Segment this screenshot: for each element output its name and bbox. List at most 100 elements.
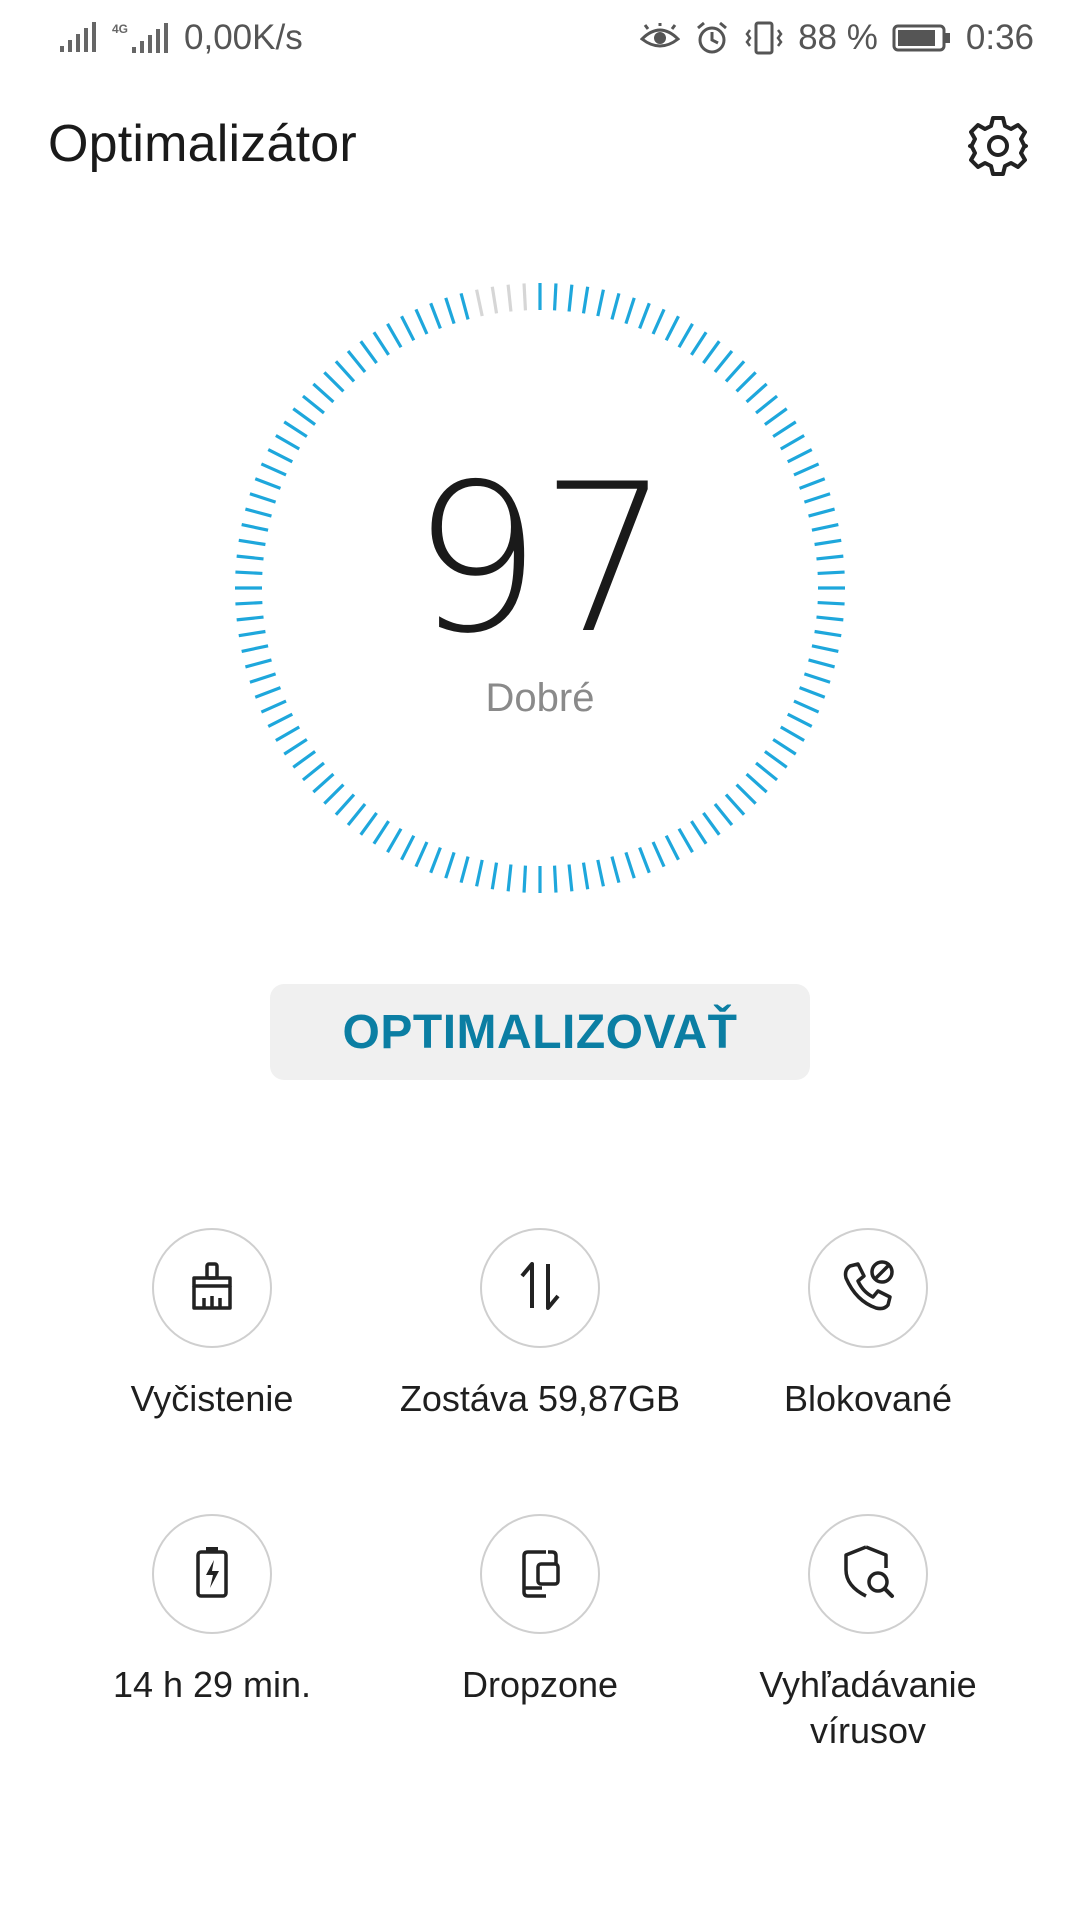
optimizer-screen: 4G 0,00K/s 88 % 0:36 Optimalizátor 97 Do… (0, 0, 1080, 1920)
gauge-tick (359, 340, 378, 365)
gauge-tick (638, 302, 651, 330)
gauge-tick (596, 289, 605, 317)
gauge-tick (459, 292, 470, 320)
gauge-tick (506, 284, 513, 312)
gauge-tick (735, 783, 757, 805)
tool-blocked[interactable]: Blokované (703, 1228, 1033, 1422)
gauge-tick (346, 349, 367, 373)
gauge-tick (301, 761, 325, 782)
gauge-tick (312, 772, 335, 794)
gauge-tick (638, 846, 651, 874)
gauge-tick (400, 834, 416, 861)
gauge-tick (772, 738, 797, 756)
broom-icon (184, 1258, 240, 1319)
gauge-tick (346, 803, 367, 827)
eye-comfort-icon (640, 23, 681, 53)
gauge-tick (275, 434, 301, 451)
optimize-button[interactable]: OPTIMALIZOVAŤ (270, 984, 810, 1080)
status-bar: 4G 0,00K/s 88 % 0:36 (0, 0, 1080, 76)
gauge-tick (429, 302, 442, 330)
gauge-tick (690, 331, 708, 356)
gauge-tick (506, 864, 513, 892)
gauge-tick (724, 793, 746, 816)
gauge-tick (567, 864, 574, 892)
battery-charge-icon (184, 1544, 240, 1605)
gauge-tick (581, 286, 590, 314)
gauge-tick (414, 841, 429, 868)
gauge-tick (713, 803, 734, 827)
gauge-tick (444, 297, 456, 325)
gauge-tick (763, 750, 788, 769)
gauge-tick (292, 750, 317, 769)
settings-button[interactable] (960, 110, 1036, 186)
gauge-tick (372, 820, 390, 845)
blocked-call-icon (838, 1256, 898, 1321)
gauge-tick (779, 725, 805, 742)
gauge-tick (490, 862, 499, 890)
battery-fill (897, 30, 935, 46)
tool-battery-label: 14 h 29 min. (112, 1664, 312, 1705)
gauge-tick (444, 851, 456, 879)
tool-dropzone[interactable]: Dropzone (375, 1514, 705, 1708)
gauge-tick (651, 308, 666, 335)
status-bar-left: 4G 0,00K/s (58, 18, 303, 58)
tool-data-usage[interactable]: Zostáva 59,87GB (375, 1228, 705, 1422)
gauge-tick (745, 382, 768, 404)
score-gauge: 97 Dobré (220, 268, 860, 908)
gauge-tick (724, 360, 746, 383)
gauge-tick (312, 382, 335, 404)
virus-scan-icon (838, 1542, 898, 1607)
gauge-tick (596, 859, 605, 887)
gauge-tick (359, 811, 378, 836)
vibrate-icon (744, 20, 784, 56)
gauge-tick (334, 360, 356, 383)
gauge-tick (677, 323, 694, 349)
gauge-tick (522, 865, 528, 893)
gauge-tick (755, 394, 779, 415)
tool-battery-circle (152, 1514, 272, 1634)
gauge-tick (664, 315, 680, 342)
battery-percent: 88 % (798, 18, 878, 57)
tool-virus-scan[interactable]: Vyhľadávanie vírusov (703, 1514, 1033, 1754)
gauge-tick (581, 862, 590, 890)
score-value: 97 (411, 441, 671, 679)
gauge-tick (755, 761, 779, 782)
alarm-icon (694, 20, 730, 56)
gauge-tick (323, 783, 345, 805)
gauge-tick (624, 851, 636, 879)
gauge-tick (610, 292, 621, 320)
gauge-tick (779, 434, 805, 451)
gauge-tick (400, 315, 416, 342)
gauge-tick (664, 834, 680, 861)
battery-icon (892, 23, 952, 53)
tool-cleanup[interactable]: Vyčistenie (47, 1228, 377, 1422)
gauge-tick (386, 323, 403, 349)
gauge-tick (490, 286, 499, 314)
gauge-tick (522, 283, 528, 311)
gauge-tick (677, 827, 694, 853)
gauge-tick (702, 340, 721, 365)
tool-battery[interactable]: 14 h 29 min. (47, 1514, 377, 1708)
tool-virus-scan-circle (808, 1514, 928, 1634)
tool-blocked-label: Blokované (783, 1378, 953, 1419)
signal-4g-icon: 4G (112, 21, 170, 55)
tool-data-usage-circle (480, 1228, 600, 1348)
tool-dropzone-label: Dropzone (461, 1664, 619, 1705)
score-status: Dobré (485, 676, 595, 720)
dropzone-icon (512, 1544, 568, 1605)
gauge-tick (323, 371, 345, 393)
gauge-tick (713, 349, 734, 373)
gauge-tick (772, 420, 797, 438)
tool-virus-scan-label: Vyhľadávanie vírusov (759, 1664, 977, 1751)
tool-data-usage-label: Zostáva 59,87GB (399, 1378, 681, 1419)
network-speed: 0,00K/s (184, 18, 303, 57)
gauge-tick (386, 827, 403, 853)
network-type-label: 4G (112, 22, 128, 36)
gauge-tick (610, 856, 621, 884)
tool-dropzone-circle (480, 1514, 600, 1634)
gauge-tick (567, 284, 574, 312)
gauge-tick (334, 793, 356, 816)
gauge-tick (690, 820, 708, 845)
gauge-tick (372, 331, 390, 356)
gauge-tick (763, 407, 788, 426)
